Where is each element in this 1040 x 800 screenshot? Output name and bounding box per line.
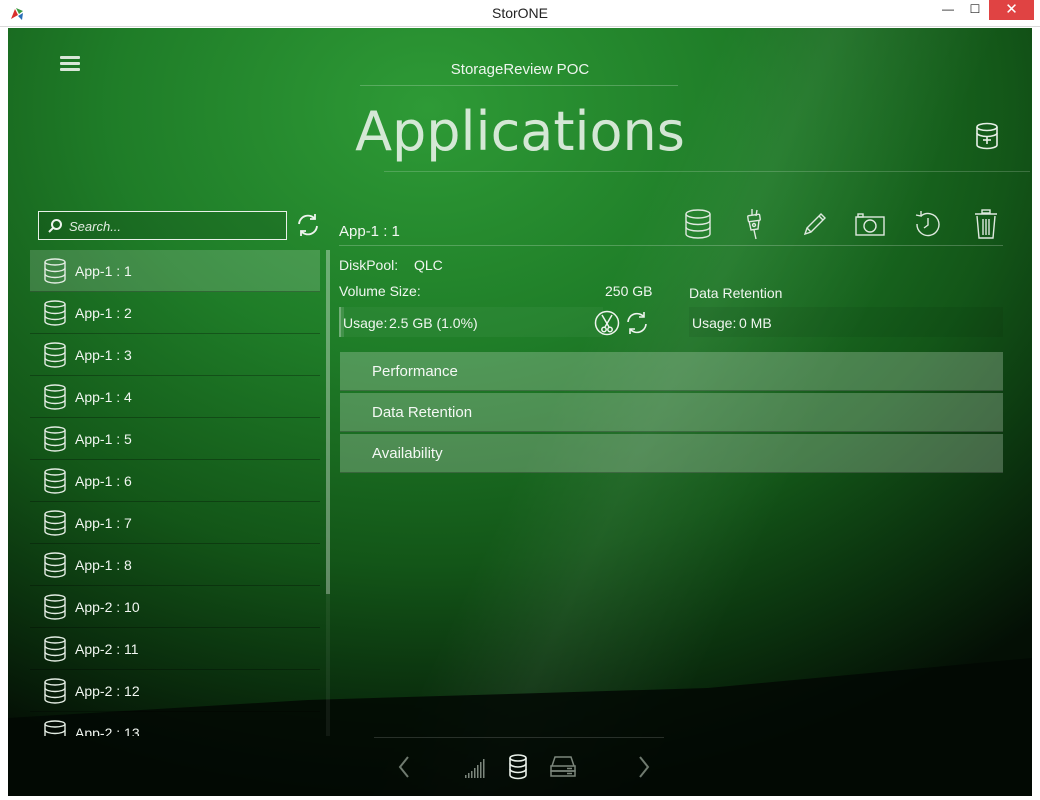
signal-bars-icon[interactable] [463,754,489,780]
list-item[interactable]: App-1 : 7 [30,502,320,544]
list-item-label: App-1 : 2 [75,305,132,321]
list-item[interactable]: App-2 : 12 [30,670,320,712]
usage-label: Usage: [343,315,388,331]
list-scrollbar[interactable] [326,250,330,736]
chevron-right-icon[interactable] [636,754,652,780]
database-icon [43,636,67,662]
usage-value: 2.5 GB (1.0%) [389,315,478,331]
database-icon [43,468,67,494]
retention-usage-label: Usage: [692,315,737,331]
list-item[interactable]: App-2 : 10 [30,586,320,628]
hamburger-menu-icon[interactable] [60,56,80,74]
list-item[interactable]: App-1 : 4 [30,376,320,418]
list-item[interactable]: App-1 : 2 [30,292,320,334]
trash-icon[interactable] [971,208,1001,240]
section-availability[interactable]: Availability [340,434,1003,473]
app-canvas: StorageReview POC Applications App-1 : 1… [8,28,1032,796]
list-item-label: App-2 : 11 [75,641,139,657]
list-item[interactable]: App-2 : 11 [30,628,320,670]
section-data-retention[interactable]: Data Retention [340,393,1003,432]
list-item-label: App-1 : 5 [75,431,132,447]
page-title: Applications [355,100,685,163]
database-icon [43,510,67,536]
diskpool-value: QLC [414,257,443,273]
refresh-usage-icon[interactable] [624,310,650,336]
list-item[interactable]: App-1 : 5 [30,418,320,460]
database-icon [43,342,67,368]
search-input[interactable] [69,216,279,236]
search-icon [48,219,62,233]
refresh-icon[interactable] [295,212,321,238]
list-item-label: App-2 : 13 [75,725,140,736]
divider [360,85,678,86]
list-item[interactable]: App-2 : 13 [30,712,320,736]
list-item-label: App-1 : 1 [75,263,132,279]
pencil-icon[interactable] [799,208,829,240]
volume-size-label: Volume Size: [339,283,421,299]
list-item[interactable]: App-1 : 3 [30,334,320,376]
data-retention-label: Data Retention [689,285,783,301]
divider [339,245,1003,246]
database-icon [43,552,67,578]
list-item-label: App-2 : 10 [75,599,140,615]
list-item[interactable]: App-1 : 1 [30,250,320,292]
database-icon [43,594,67,620]
list-item-label: App-1 : 7 [75,515,132,531]
section-performance-label: Performance [372,363,458,380]
retention-usage-value: 0 MB [739,315,772,331]
chevron-left-icon[interactable] [396,754,412,780]
selected-app-name: App-1 : 1 [339,223,400,240]
list-item[interactable]: App-1 : 8 [30,544,320,586]
section-performance[interactable]: Performance [340,352,1003,391]
list-item-label: App-1 : 6 [75,473,132,489]
diskpool-label: DiskPool: [339,257,399,273]
database-icon[interactable] [508,754,528,780]
database-icon [43,258,67,284]
database-icon [43,678,67,704]
scissors-icon[interactable] [594,310,620,336]
section-data-retention-label: Data Retention [372,404,473,421]
plug-icon[interactable] [739,208,769,240]
history-icon[interactable] [913,208,943,240]
minimize-button[interactable]: — [937,0,959,20]
application-list: App-1 : 1 App-1 : 2 App-1 : 3 App-1 : 4 App-… [30,250,320,736]
list-item-label: App-2 : 12 [75,683,140,699]
list-item-label: App-1 : 3 [75,347,132,363]
database-icon [43,720,67,736]
section-availability-label: Availability [372,445,443,462]
maximize-button[interactable]: ☐ [964,0,986,20]
project-title: StorageReview POC [450,61,590,78]
scrollbar-thumb[interactable] [326,250,330,594]
volume-size-value: 250 GB [605,283,653,299]
database-icon[interactable] [683,208,713,240]
database-icon [43,300,67,326]
list-item-label: App-1 : 4 [75,389,132,405]
camera-icon[interactable] [855,208,885,240]
search-box[interactable] [38,211,287,240]
close-button[interactable]: ✕ [989,0,1034,20]
window-title: StorONE [491,5,548,21]
add-application-icon[interactable] [974,122,1000,150]
divider [374,737,664,738]
divider [384,171,1030,172]
list-item[interactable]: App-1 : 6 [30,460,320,502]
server-icon[interactable] [549,754,577,780]
window-titlebar: StorONE — ☐ ✕ [0,0,1040,27]
database-icon [43,426,67,452]
list-item-label: App-1 : 8 [75,557,132,573]
database-icon [43,384,67,410]
